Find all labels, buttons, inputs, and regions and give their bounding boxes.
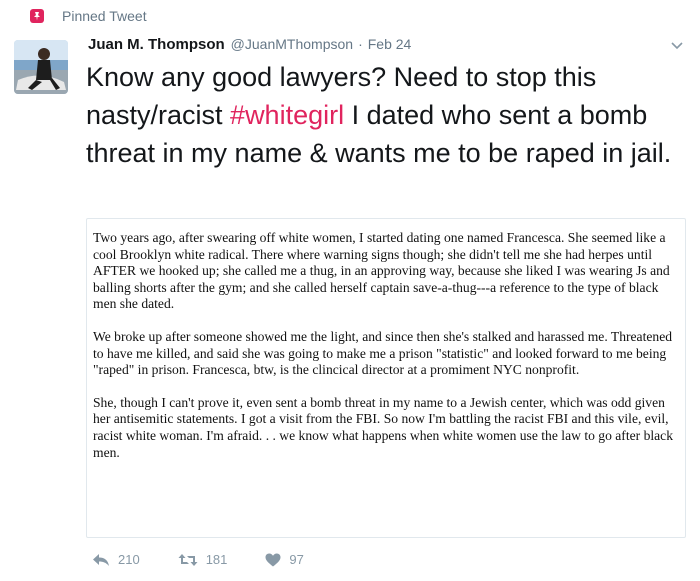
retweet-count: 181	[205, 552, 228, 567]
retweet-icon	[178, 553, 198, 566]
statement-paragraph: She, though I can't prove it, even sent …	[93, 394, 674, 460]
tweet-date[interactable]: Feb 24	[368, 36, 412, 52]
hashtag-link[interactable]: #whitegirl	[230, 100, 344, 130]
tweet-header: Juan M. Thompson @JuanMThompson · Feb 24	[88, 36, 684, 53]
retweet-button[interactable]: 181	[178, 552, 228, 567]
attached-image[interactable]: Two years ago, after swearing off white …	[86, 218, 686, 538]
separator-dot: ·	[358, 36, 363, 52]
statement-paragraph: Two years ago, after swearing off white …	[93, 230, 670, 312]
reply-button[interactable]: 210	[92, 552, 140, 567]
statement-paragraph: We broke up after someone showed me the …	[93, 328, 673, 378]
author-handle[interactable]: @JuanMThompson	[231, 36, 353, 52]
reply-count: 210	[118, 552, 140, 567]
pin-icon	[30, 9, 44, 23]
like-button[interactable]: 97	[265, 552, 304, 567]
tweet-text: Know any good lawyers? Need to stop this…	[86, 58, 686, 172]
like-count: 97	[289, 552, 304, 567]
reply-icon	[93, 553, 109, 566]
pinned-label: Pinned Tweet	[62, 8, 147, 24]
author-name[interactable]: Juan M. Thompson	[88, 36, 225, 53]
tweet-actions: 210 181 97	[92, 552, 342, 567]
heart-icon	[265, 553, 281, 566]
chevron-down-icon[interactable]	[670, 38, 684, 55]
avatar[interactable]	[14, 40, 68, 94]
statement-document: Two years ago, after swearing off white …	[87, 219, 685, 461]
pinned-indicator: Pinned Tweet	[30, 8, 147, 24]
